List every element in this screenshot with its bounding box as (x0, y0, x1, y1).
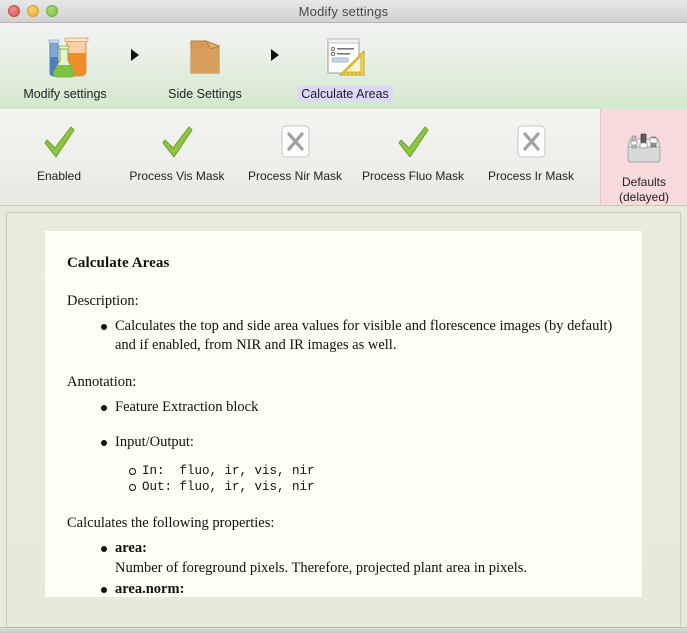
toggle-label: Process Ir Mask (487, 169, 574, 183)
list-item: area: Number of foreground pixels. There… (101, 539, 616, 577)
toggle-process-fluo-mask[interactable]: Process Fluo Mask (354, 109, 472, 183)
breadcrumb: Modify settings Side Settings Calculate … (0, 23, 687, 109)
green-check-icon (392, 119, 434, 165)
minimize-button[interactable] (27, 5, 39, 17)
folder-icon (177, 29, 233, 81)
description-list: Calculates the top and side area values … (67, 317, 616, 355)
breadcrumb-label: Side Settings (168, 87, 242, 101)
document-ruler-icon (317, 29, 373, 81)
window-controls (8, 0, 58, 22)
property-description: Number of foreground pixels. Therefore, … (115, 559, 528, 576)
modify-settings-window: Modify settings Modify settings Side Set… (0, 0, 687, 633)
defaults-label-primary: Defaults (621, 175, 667, 189)
content-frame: Calculate Areas Description: Calculates … (6, 212, 681, 633)
settings-toolbar: Enabled Process Vis Mask Process Nir Mas… (0, 109, 687, 206)
toggle-label: Process Fluo Mask (361, 169, 465, 183)
breadcrumb-separator-1 (120, 23, 150, 61)
io-list: In: fluo, ir, vis, nir Out: fluo, ir, vi… (67, 463, 616, 497)
toggle-label: Enabled (36, 169, 82, 183)
gray-x-icon (510, 119, 552, 165)
breadcrumb-item-calculate-areas[interactable]: Calculate Areas (290, 23, 400, 102)
io-output-row: Out: fluo, ir, vis, nir (129, 479, 616, 496)
properties-label: Calculates the following properties: (67, 515, 275, 532)
property-name: area: (115, 540, 147, 557)
defaults-label-secondary: (delayed) (618, 190, 670, 204)
mixer-sliders-icon (623, 127, 665, 171)
green-check-icon (156, 119, 198, 165)
lab-beakers-icon (37, 29, 93, 81)
property-name: area.norm: (115, 580, 185, 597)
io-input-row: In: fluo, ir, vis, nir (129, 463, 616, 480)
breadcrumb-label: Calculate Areas (297, 86, 393, 102)
description-label: Description: (67, 292, 139, 309)
help-document: Calculate Areas Description: Calculates … (45, 231, 642, 597)
toggle-label: Process Vis Mask (129, 169, 225, 183)
window-bottom-edge (0, 627, 687, 633)
toggle-process-nir-mask[interactable]: Process Nir Mask (236, 109, 354, 183)
breadcrumb-item-modify-settings[interactable]: Modify settings (10, 23, 120, 102)
triangle-right-icon (271, 49, 279, 61)
properties-list: area: Number of foreground pixels. There… (67, 539, 616, 597)
breadcrumb-item-side-settings[interactable]: Side Settings (150, 23, 260, 102)
close-button[interactable] (8, 5, 20, 17)
list-item: Input/Output: (101, 433, 616, 452)
window-title: Modify settings (298, 3, 389, 19)
toggle-label: Process Nir Mask (247, 169, 342, 183)
toggle-enabled[interactable]: Enabled (0, 109, 118, 183)
gray-x-icon (274, 119, 316, 165)
list-item: Feature Extraction block (101, 398, 616, 417)
toggle-process-ir-mask[interactable]: Process Ir Mask (472, 109, 590, 183)
title-bar: Modify settings (0, 0, 687, 23)
defaults-button[interactable]: Defaults (delayed) (600, 109, 687, 205)
zoom-button[interactable] (46, 5, 58, 17)
annotation-label: Annotation: (67, 374, 137, 391)
content-area: Calculate Areas Description: Calculates … (0, 206, 687, 633)
annotation-list: Feature Extraction block Input/Output: (67, 398, 616, 452)
list-item: Calculates the top and side area values … (101, 317, 616, 355)
list-item: area.norm: Normalized area of foreground… (101, 580, 616, 597)
triangle-right-icon (131, 49, 139, 61)
page-title: Calculate Areas (67, 255, 170, 271)
green-check-icon (38, 119, 80, 165)
toggle-process-vis-mask[interactable]: Process Vis Mask (118, 109, 236, 183)
breadcrumb-separator-2 (260, 23, 290, 61)
breadcrumb-label: Modify settings (23, 87, 107, 101)
